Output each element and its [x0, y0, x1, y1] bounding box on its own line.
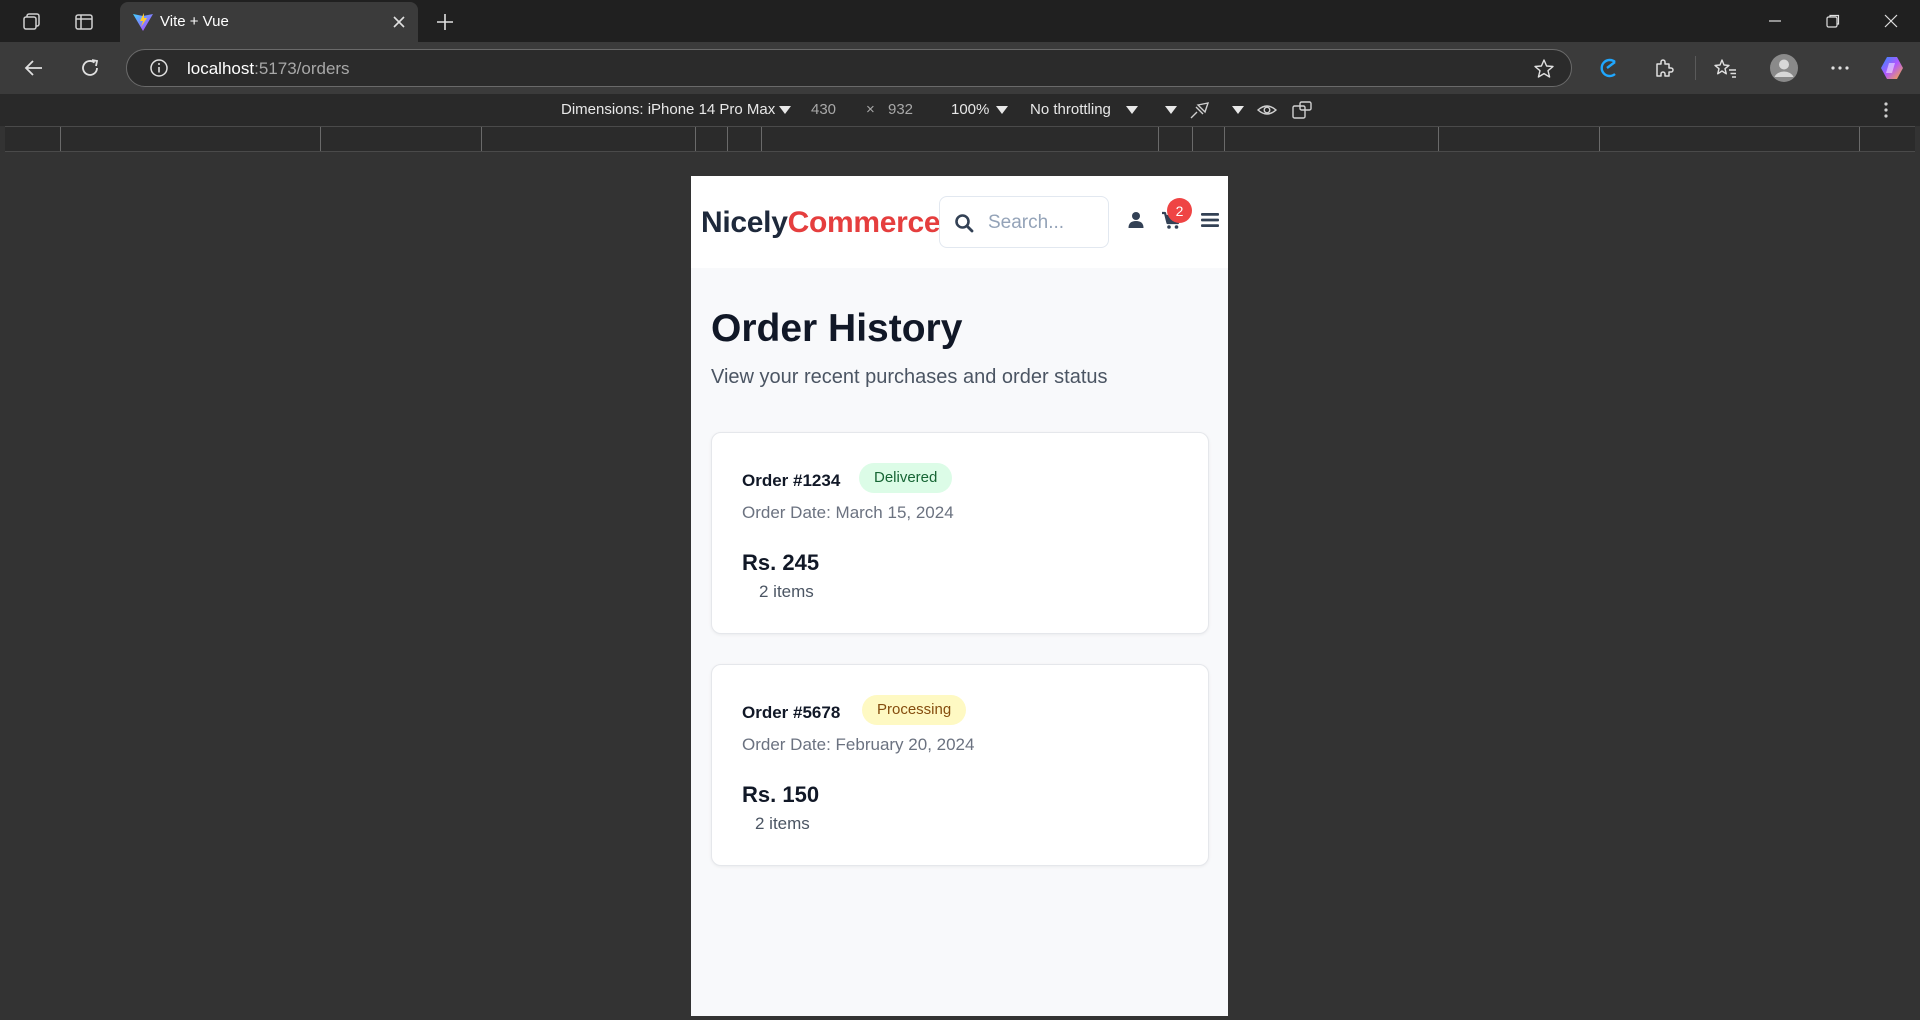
zoom-select[interactable]: 100% [951, 101, 989, 118]
vision-deficiency-icon[interactable] [1256, 101, 1278, 123]
zoom-dropdown-icon[interactable] [996, 106, 1008, 114]
cart-count-badge: 2 [1167, 198, 1192, 223]
site-header: NicelyCommerce 2 [691, 176, 1228, 268]
profile-avatar[interactable] [1768, 52, 1800, 84]
url-path: :5173/orders [254, 59, 350, 78]
sensors-icon[interactable] [1188, 100, 1210, 124]
throttling-select[interactable]: No throttling [1030, 101, 1111, 118]
status-badge: Processing [862, 695, 967, 725]
ruler-tick [1158, 127, 1159, 151]
search-icon[interactable] [954, 213, 974, 233]
page-title: Order History [711, 307, 963, 350]
order-total: Rs. 150 [742, 782, 820, 807]
browser-essentials-icon[interactable] [1595, 54, 1623, 82]
workspaces-icon[interactable] [20, 10, 44, 34]
dimensions-times-sign: × [866, 101, 875, 118]
favorites-icon[interactable] [1711, 54, 1739, 82]
device-toolbar: Dimensions: iPhone 14 Pro Max 430 × 932 … [0, 94, 1920, 126]
device-width-input[interactable]: 430 [811, 101, 836, 118]
back-icon[interactable] [20, 54, 48, 82]
new-tab-icon[interactable] [432, 9, 458, 35]
order-card[interactable]: Order #5678 Processing Order Date: Febru… [711, 664, 1209, 866]
browser-tab-strip: Vite + Vue [0, 0, 1920, 42]
address-bar[interactable]: localhost:5173/orders [126, 49, 1572, 87]
site-logo[interactable]: NicelyCommerce [701, 206, 941, 240]
tab-title: Vite + Vue [160, 13, 229, 30]
ruler-tick [481, 127, 482, 151]
ruler-tick [1599, 127, 1600, 151]
status-badge: Delivered [859, 463, 953, 493]
browser-toolbar: localhost:5173/orders [0, 42, 1920, 94]
rotate-device-icon[interactable] [1291, 100, 1313, 124]
order-date: Order Date: March 15, 2024 [742, 503, 954, 522]
ruler-tick [1859, 127, 1860, 151]
save-data-dropdown-icon[interactable] [1165, 106, 1177, 114]
close-tab-icon[interactable] [388, 11, 410, 33]
order-item-count: 2 items [759, 582, 814, 601]
extensions-icon[interactable] [1650, 54, 1678, 82]
order-item-count: 2 items [755, 814, 810, 833]
ruler-tick [320, 127, 321, 151]
copilot-icon[interactable] [1878, 54, 1906, 82]
ruler-tick [727, 127, 728, 151]
logo-part-commerce: Commerce [787, 206, 941, 239]
order-id: Order #1234 [742, 471, 841, 490]
url-host: localhost [187, 59, 255, 78]
device-viewport: NicelyCommerce 2 Order History View your… [0, 152, 1920, 1020]
ruler-tick [60, 127, 61, 151]
ruler-tick [1224, 127, 1225, 151]
ruler-tick [1438, 127, 1439, 151]
order-id: Order #5678 [742, 703, 841, 722]
toolbar-separator [1695, 56, 1696, 80]
minimize-window-icon[interactable] [1760, 8, 1790, 34]
order-card[interactable]: Order #1234 Delivered Order Date: March … [711, 432, 1209, 634]
url-text[interactable]: localhost:5173/orders [187, 59, 350, 79]
vite-logo-icon [132, 12, 154, 32]
browser-tab-active[interactable]: Vite + Vue [120, 2, 418, 42]
ruler-tick [695, 127, 696, 151]
emulated-page: NicelyCommerce 2 Order History View your… [691, 176, 1228, 1016]
order-date: Order Date: February 20, 2024 [742, 735, 975, 754]
search-input[interactable] [988, 209, 1100, 237]
ruler-tick [1192, 127, 1193, 151]
device-height-input[interactable]: 932 [888, 101, 913, 118]
device-toolbar-more-icon[interactable] [1878, 100, 1894, 124]
search-box[interactable] [939, 196, 1109, 248]
reload-icon[interactable] [76, 54, 104, 82]
order-total: Rs. 245 [742, 550, 820, 575]
more-options-icon[interactable] [1826, 54, 1854, 82]
user-icon[interactable] [1125, 209, 1147, 231]
favorite-star-icon[interactable] [1533, 58, 1555, 80]
sensors-dropdown-icon[interactable] [1232, 106, 1244, 114]
logo-part-nicely: Nicely [701, 206, 788, 239]
throttling-dropdown-icon[interactable] [1126, 106, 1138, 114]
dimensions-dropdown-icon[interactable] [779, 106, 791, 114]
menu-icon[interactable] [1199, 209, 1221, 231]
site-info-icon[interactable] [149, 58, 169, 78]
device-dimensions-select[interactable]: Dimensions: iPhone 14 Pro Max [561, 101, 775, 118]
page-subtitle: View your recent purchases and order sta… [711, 366, 1108, 388]
restore-window-icon[interactable] [1818, 8, 1848, 34]
vertical-tabs-icon[interactable] [72, 10, 96, 34]
ruler-tick [761, 127, 762, 151]
close-window-icon[interactable] [1876, 8, 1906, 34]
media-query-ruler[interactable] [5, 126, 1915, 152]
